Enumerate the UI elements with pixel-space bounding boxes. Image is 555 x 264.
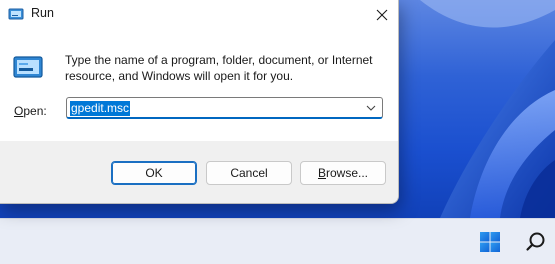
start-button[interactable] [472, 225, 508, 259]
windows-start-icon [480, 232, 500, 252]
taskbar [0, 218, 555, 264]
dialog-footer: OK Cancel Browse... [0, 141, 398, 203]
close-button[interactable] [365, 0, 398, 29]
run-program-icon [13, 56, 43, 78]
open-label-text: pen: [23, 104, 47, 118]
ok-button[interactable]: OK [111, 161, 197, 185]
search-icon [526, 232, 545, 251]
window-title: Run [31, 6, 54, 20]
dialog-content: Type the name of a program, folder, docu… [0, 29, 398, 141]
open-label: Open: [14, 104, 47, 118]
open-input[interactable]: gpedit.msc [70, 101, 131, 116]
dialog-description: Type the name of a program, folder, docu… [65, 53, 373, 83]
browse-label: rowse... [326, 166, 369, 180]
open-combobox[interactable]: gpedit.msc [66, 97, 383, 119]
run-app-icon [8, 8, 24, 20]
open-label-accesskey: O [14, 104, 24, 118]
cancel-button[interactable]: Cancel [206, 161, 292, 185]
taskbar-search-button[interactable] [518, 225, 554, 259]
browse-accesskey: B [317, 166, 326, 180]
close-icon [376, 9, 388, 20]
title-bar[interactable]: Run [0, 0, 398, 29]
chevron-down-icon [366, 105, 376, 111]
run-dialog: Run Type the name of a program, folder, … [0, 0, 399, 204]
open-dropdown-button[interactable] [362, 99, 380, 117]
browse-button[interactable]: Browse... [300, 161, 386, 185]
